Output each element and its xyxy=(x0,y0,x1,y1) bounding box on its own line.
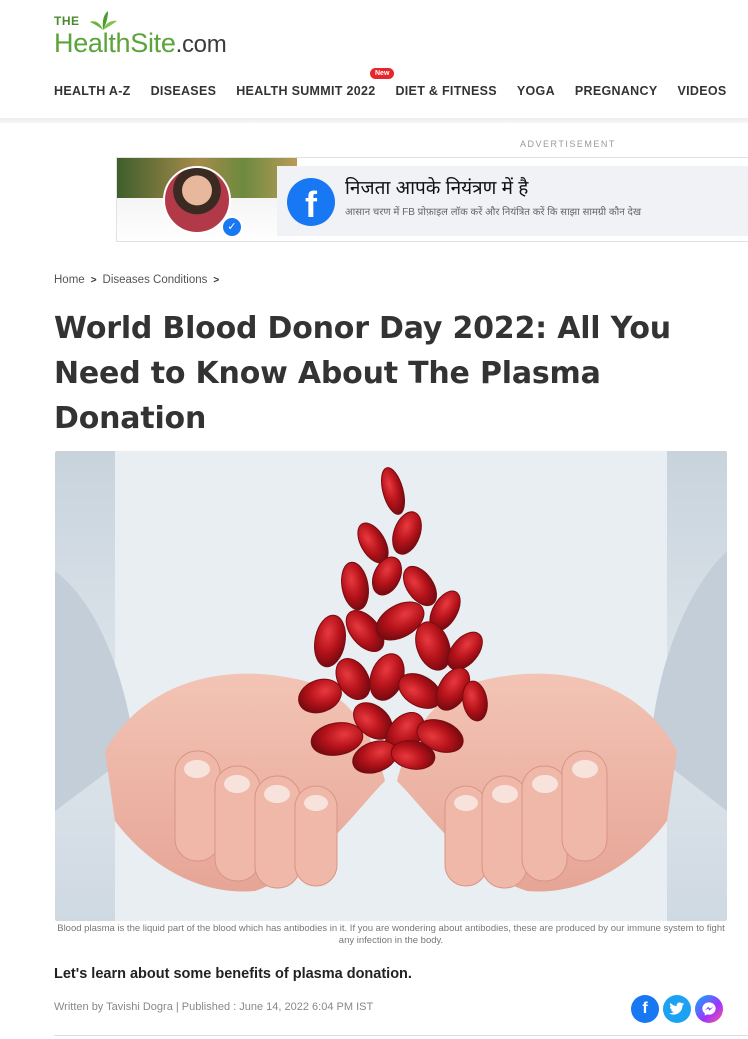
nav-item-diet-fitness[interactable]: DIET & FITNESS xyxy=(395,84,496,104)
article-hero-image xyxy=(55,451,727,921)
ad-label: ADVERTISEMENT xyxy=(520,139,616,149)
nav-item-health-summit[interactable]: HEALTH SUMMIT 2022 xyxy=(236,84,375,104)
hands-blood-drop-illustration xyxy=(55,451,727,921)
shield-icon: ✓ xyxy=(221,216,243,238)
breadcrumb-home[interactable]: Home xyxy=(54,274,85,286)
ad-subtitle: आसान चरण में FB प्रोफ़ाइल लॉक करें और नि… xyxy=(345,207,642,218)
nav-item-pregnancy[interactable]: PREGNANCY xyxy=(575,84,658,104)
messenger-share-icon[interactable] xyxy=(695,995,723,1023)
nav-item-diseases[interactable]: DISEASES xyxy=(151,84,217,104)
logo-wordmark: HealthSite.com xyxy=(54,28,227,58)
nav-item-health-a-z[interactable]: HEALTH A-Z xyxy=(54,84,131,104)
breadcrumb: Home > Diseases Conditions > xyxy=(54,274,219,286)
breadcrumb-section[interactable]: Diseases Conditions xyxy=(103,274,208,286)
facebook-share-icon[interactable]: f xyxy=(631,995,659,1023)
main-navigation: HEALTH A-Z DISEASES HEALTH SUMMIT 2022 D… xyxy=(54,84,747,104)
page-title: World Blood Donor Day 2022: All You Need… xyxy=(54,311,671,436)
twitter-share-icon[interactable] xyxy=(663,995,691,1023)
site-logo[interactable]: THE HealthSite.com xyxy=(54,10,284,60)
chevron-right-icon: > xyxy=(213,274,220,286)
nav-item-videos[interactable]: VIDEOS xyxy=(677,84,726,104)
advertisement-banner[interactable]: ✓ f निजता आपके नियंत्रण में है आसान चरण … xyxy=(116,157,748,242)
header-divider xyxy=(0,118,748,123)
new-badge: New xyxy=(370,68,395,79)
content-divider xyxy=(54,1035,748,1036)
facebook-icon: f xyxy=(287,178,335,226)
nav-item-yoga[interactable]: YOGA xyxy=(517,84,555,104)
image-caption: Blood plasma is the liquid part of the b… xyxy=(57,923,725,946)
article-byline: Written by Tavishi Dogra | Published : J… xyxy=(54,1001,374,1013)
ad-title: निजता आपके नियंत्रण में है xyxy=(345,178,529,199)
logo-prefix: THE xyxy=(54,14,80,28)
chevron-right-icon: > xyxy=(90,274,97,286)
article-lead: Let's learn about some benefits of plasm… xyxy=(54,966,412,982)
